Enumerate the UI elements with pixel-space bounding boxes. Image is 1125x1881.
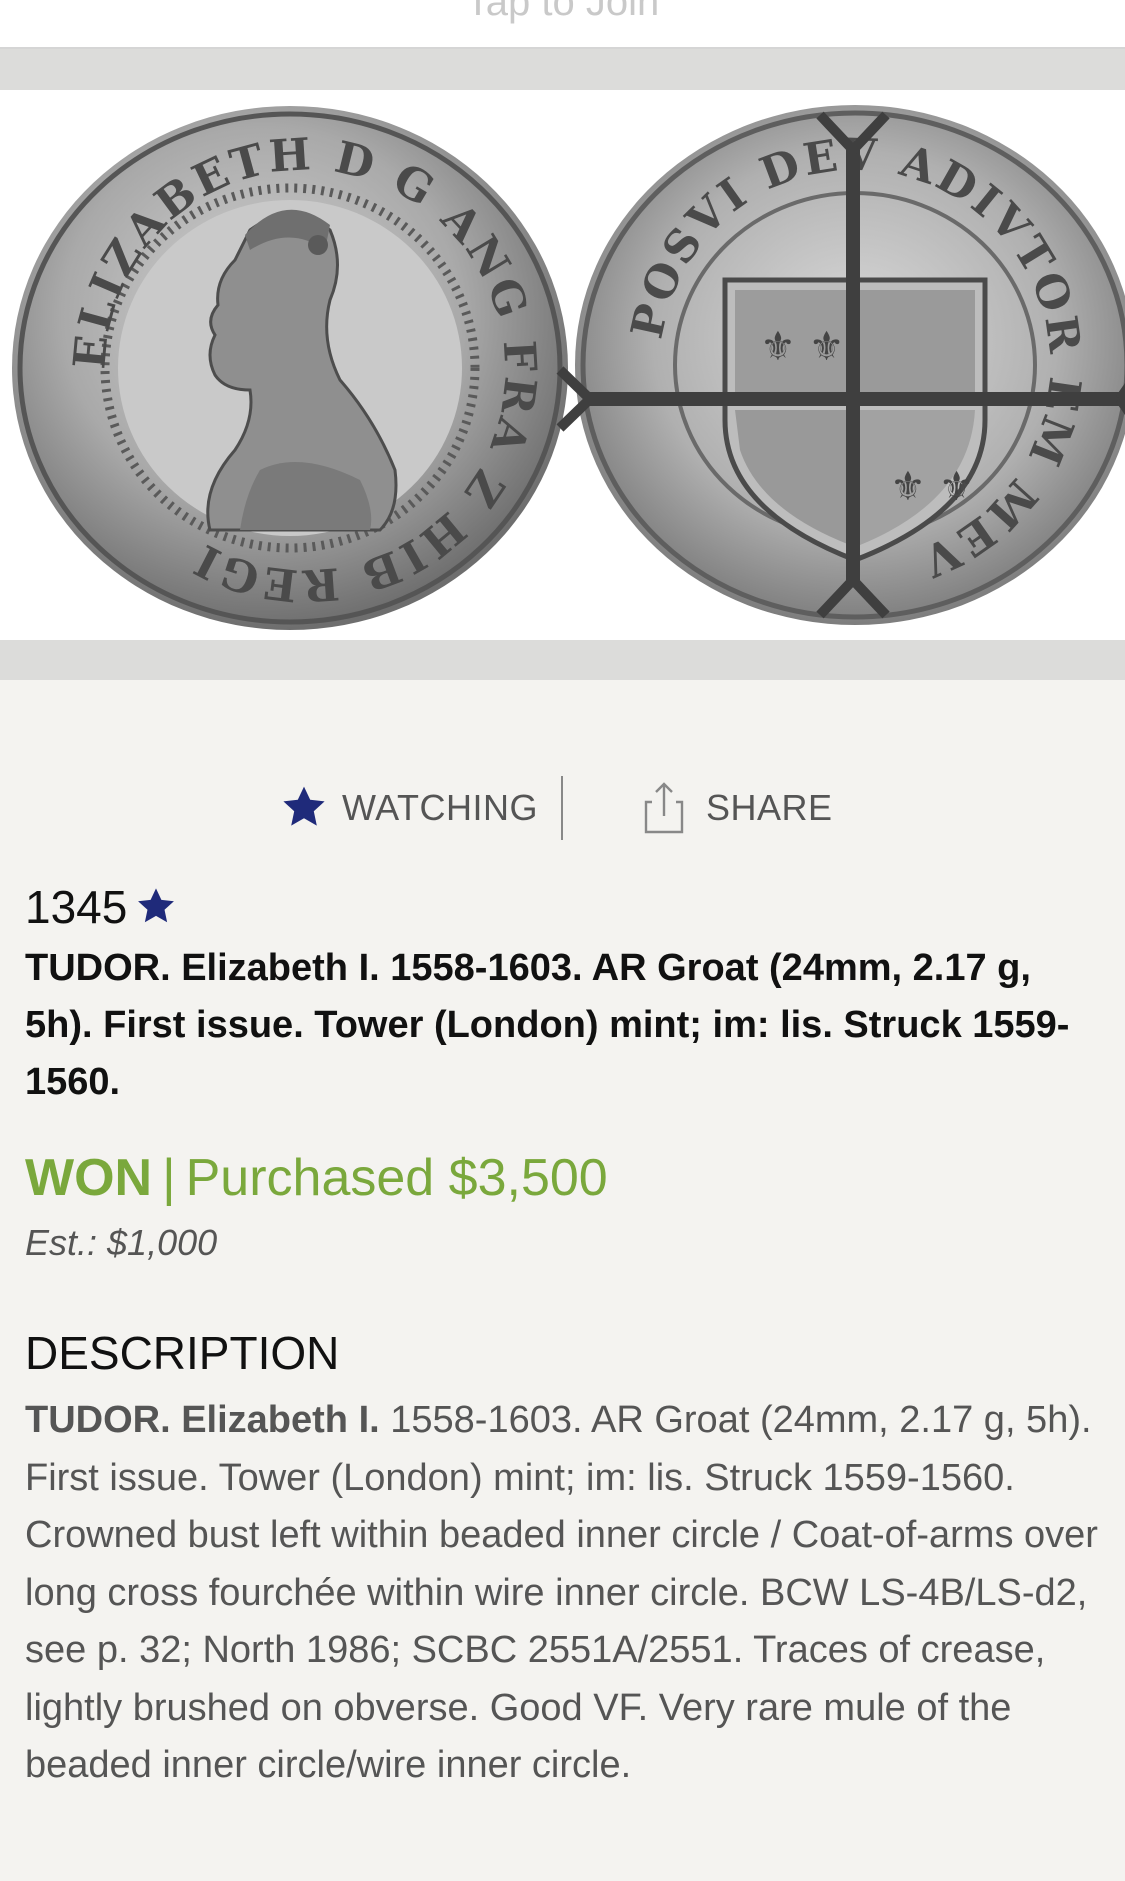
star-icon bbox=[283, 786, 325, 826]
obverse-coin: ELIZABETH D G ANG FRA Z HIB REGI bbox=[12, 106, 568, 630]
image-bottom-band bbox=[0, 640, 1125, 680]
lot-title: TUDOR. Elizabeth I. 1558-1603. AR Groat … bbox=[25, 947, 1070, 1103]
action-divider bbox=[561, 776, 563, 840]
estimate: Est.: $1,000 bbox=[25, 1222, 218, 1263]
reverse-coin: POSVI DEV ADIVTOR EM MEV ⚜ ⚜ ⚜ ⚜ bbox=[556, 105, 1125, 625]
share-icon bbox=[644, 782, 684, 834]
share-button[interactable]: SHARE bbox=[644, 782, 833, 834]
lot-number-row: 1345 bbox=[25, 880, 177, 934]
svg-text:⚜ ⚜: ⚜ ⚜ bbox=[890, 464, 974, 510]
top-banner[interactable]: Tap to Join bbox=[0, 0, 1125, 49]
description-text: TUDOR. Elizabeth I. 1558-1603. AR Groat … bbox=[25, 1392, 1105, 1795]
lot-status: WON | Purchased $3,500 bbox=[25, 1148, 608, 1208]
share-label: SHARE bbox=[706, 787, 833, 828]
lot-number: 1345 bbox=[25, 881, 128, 933]
tap-to-join-label[interactable]: Tap to Join bbox=[0, 0, 1125, 25]
coin-photo: ELIZABETH D G ANG FRA Z HIB REGI POSVI D… bbox=[12, 105, 1125, 630]
action-bar: WATCHING SHARE bbox=[0, 772, 1125, 842]
purchase-price: Purchased $3,500 bbox=[185, 1149, 608, 1207]
description-body: 1558-1603. AR Groat (24mm, 2.17 g, 5h). … bbox=[25, 1399, 1098, 1786]
image-top-band bbox=[0, 49, 1125, 90]
watched-star-icon bbox=[138, 888, 175, 923]
status-separator: | bbox=[162, 1149, 176, 1207]
description-lead: TUDOR. Elizabeth I. bbox=[25, 1399, 380, 1441]
svg-text:⚜ ⚜: ⚜ ⚜ bbox=[760, 324, 844, 370]
description-heading: DESCRIPTION bbox=[25, 1327, 340, 1379]
watching-button[interactable]: WATCHING bbox=[280, 786, 538, 830]
coin-image[interactable]: ELIZABETH D G ANG FRA Z HIB REGI POSVI D… bbox=[0, 90, 1125, 640]
won-badge: WON bbox=[25, 1149, 153, 1207]
watching-label: WATCHING bbox=[342, 787, 538, 828]
